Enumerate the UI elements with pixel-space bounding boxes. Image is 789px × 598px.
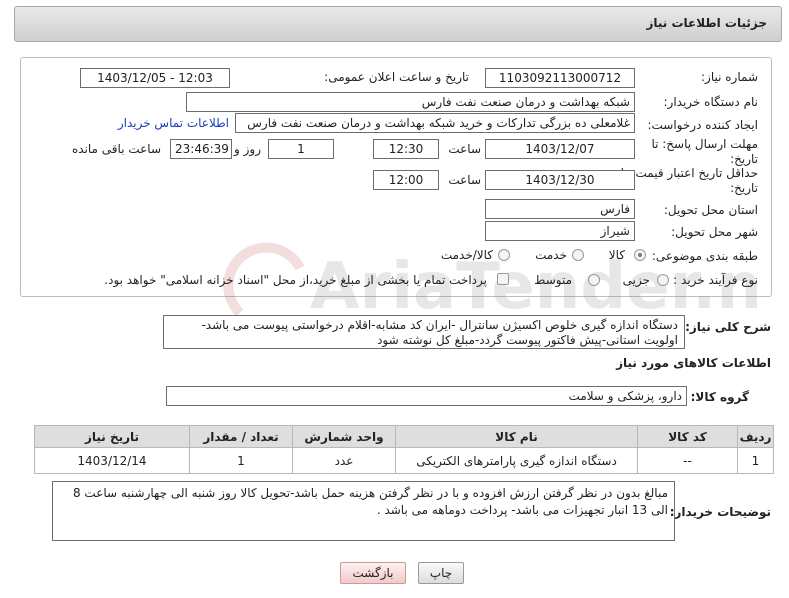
col-row: ردیف bbox=[737, 425, 774, 448]
deadline-date-field[interactable]: 1403/12/07 bbox=[485, 139, 635, 159]
goods-table: ردیف کد کالا نام کالا واحد شمارش تعداد /… bbox=[34, 425, 774, 474]
validity-label-line2: تاریخ: bbox=[730, 181, 758, 195]
need-number-label: شماره نیاز: bbox=[701, 70, 758, 84]
treasury-payment-note: پرداخت تمام یا بخشی از مبلغ خرید،از محل … bbox=[104, 273, 487, 287]
col-code: کد کالا bbox=[637, 425, 738, 448]
col-unit: واحد شمارش bbox=[292, 425, 396, 448]
treasury-payment-checkbox[interactable] bbox=[497, 273, 509, 285]
goods-table-header: ردیف کد کالا نام کالا واحد شمارش تعداد /… bbox=[34, 425, 774, 448]
deadline-label-line1: مهلت ارسال پاسخ: تا bbox=[651, 137, 758, 151]
announce-datetime-field[interactable]: 1403/12/05 - 12:03 bbox=[80, 68, 230, 88]
city-field[interactable]: شیراز bbox=[485, 221, 635, 241]
category-option-goods: کالا bbox=[608, 248, 625, 262]
category-label: طبقه بندی موضوعی: bbox=[651, 249, 758, 263]
deadline-label-line2: تاریخ: bbox=[730, 152, 758, 166]
col-date: تاریخ نیاز bbox=[34, 425, 190, 448]
table-row[interactable]: 1 -- دستگاه اندازه گیری پارامترهای الکتر… bbox=[34, 447, 774, 474]
cell-name: دستگاه اندازه گیری پارامترهای الکتریکی bbox=[395, 447, 638, 474]
buyer-contact-link[interactable]: اطلاعات تماس خریدار bbox=[118, 116, 229, 130]
print-button[interactable]: چاپ bbox=[418, 562, 464, 584]
description-textarea[interactable]: دستگاه اندازه گیری خلوص اکسیژن سانترال -… bbox=[163, 315, 685, 349]
goods-group-field[interactable]: دارو، پزشکی و سلامت bbox=[166, 386, 687, 406]
cell-row: 1 bbox=[737, 447, 774, 474]
validity-date-field[interactable]: 1403/12/30 bbox=[485, 170, 635, 190]
goods-section-title: اطلاعات کالاهای مورد نیاز bbox=[616, 356, 771, 370]
province-field[interactable]: فارس bbox=[485, 199, 635, 219]
need-number-field[interactable]: 1103092113000712 bbox=[485, 68, 635, 88]
page-title: جزئیات اطلاعات نیاز bbox=[646, 16, 767, 30]
creator-field[interactable]: غلامعلی ده بزرگی تدارکات و خرید شبکه بهد… bbox=[235, 113, 635, 133]
creator-label: ایجاد کننده درخواست: bbox=[647, 118, 758, 132]
category-radio-goods[interactable] bbox=[634, 249, 646, 261]
category-radio-service[interactable] bbox=[572, 249, 584, 261]
validity-time-label: ساعت bbox=[448, 173, 481, 187]
category-option-service: خدمت bbox=[535, 248, 567, 262]
buyer-org-field[interactable]: شبکه بهداشت و درمان صنعت نفت فارس bbox=[186, 92, 635, 112]
back-button[interactable]: بازگشت bbox=[340, 562, 406, 584]
days-and-label: روز و bbox=[234, 142, 261, 156]
deadline-time-label: ساعت bbox=[448, 142, 481, 156]
province-label: استان محل تحویل: bbox=[663, 203, 758, 217]
deadline-time-field[interactable]: 12:30 bbox=[373, 139, 439, 159]
col-qty: تعداد / مقدار bbox=[189, 425, 293, 448]
category-option-goods-service: کالا/خدمت bbox=[440, 248, 493, 262]
purchase-option-minor: جزیی bbox=[622, 273, 650, 287]
purchase-radio-medium[interactable] bbox=[588, 274, 600, 286]
announce-label: تاریخ و ساعت اعلان عمومی: bbox=[324, 70, 469, 84]
cell-date: 1403/12/14 bbox=[34, 447, 190, 474]
cell-code: -- bbox=[637, 447, 738, 474]
category-radio-goods-service[interactable] bbox=[498, 249, 510, 261]
time-remaining-label: ساعت باقی مانده bbox=[71, 142, 161, 156]
city-label: شهر محل تحویل: bbox=[671, 225, 758, 239]
cell-unit: عدد bbox=[292, 447, 396, 474]
purchase-option-medium: متوسط bbox=[534, 273, 572, 287]
buyer-notes-label: توضیحات خریدار: bbox=[669, 505, 771, 519]
time-remaining-field[interactable]: 23:46:39 bbox=[170, 139, 232, 159]
buyer-org-label: نام دستگاه خریدار: bbox=[663, 95, 759, 109]
buyer-notes-textarea[interactable]: مبالغ بدون در نظر گرفتن ارزش افزوده و با… bbox=[52, 481, 675, 541]
col-name: نام کالا bbox=[395, 425, 638, 448]
purchase-radio-minor[interactable] bbox=[657, 274, 669, 286]
validity-time-field[interactable]: 12:00 bbox=[373, 170, 439, 190]
description-label: شرح کلی نیاز: bbox=[685, 320, 771, 334]
goods-group-label: گروه کالا: bbox=[690, 390, 749, 404]
validity-label-line1: حداقل تاریخ اعتبار قیمت: تا bbox=[620, 166, 758, 180]
cell-qty: 1 bbox=[189, 447, 293, 474]
purchase-type-label: نوع فرآیند خرید : bbox=[673, 273, 758, 287]
days-remaining-field[interactable]: 1 bbox=[268, 139, 334, 159]
page-header-bar: جزئیات اطلاعات نیاز bbox=[14, 6, 782, 42]
